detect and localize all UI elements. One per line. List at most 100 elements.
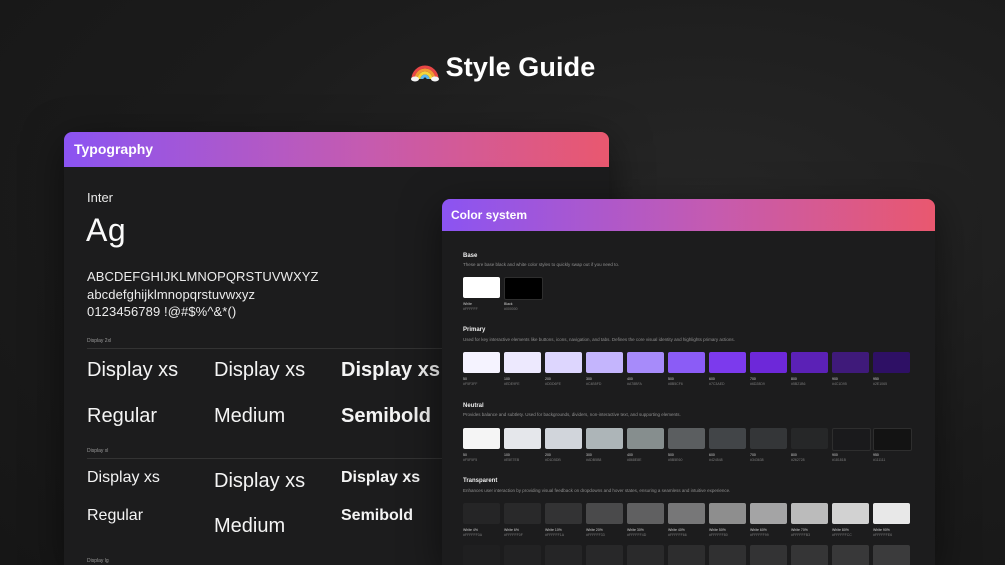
section-title-base: Base (463, 253, 478, 259)
swatch-name: White 6% (504, 528, 519, 532)
swatch-hex: #18181B (832, 458, 847, 462)
swatch-name: White 70% (791, 528, 808, 532)
color-swatch (750, 428, 787, 449)
color-swatch (709, 503, 746, 524)
swatch-name: White 60% (750, 528, 767, 532)
display-lg-label: Display lg (87, 558, 109, 564)
color-swatch (709, 352, 746, 373)
swatch-hex: #DDD6FE (545, 382, 561, 386)
swatch-hex: #FFFFFFB3 (791, 533, 811, 537)
color-swatch (873, 545, 910, 565)
swatch-name: 900 (832, 377, 838, 381)
swatch-hex: #111111 (873, 458, 886, 462)
weight-semibold: Semibold (341, 507, 414, 524)
swatch-hex: #343638 (750, 458, 764, 462)
divider (87, 348, 447, 349)
weight-medium: Medium (214, 515, 286, 537)
lowercase-glyphs: abcdefghijklmnopqrstuvwxyz (87, 287, 256, 302)
swatch-hex: #E5E7EB (504, 458, 520, 462)
divider (87, 458, 447, 459)
section-desc-transparent: Enhances user interaction by providing v… (463, 488, 731, 493)
swatch-name: 950 (873, 377, 879, 381)
swatch-name: White (463, 302, 472, 306)
color-swatch (791, 428, 828, 449)
color-swatch (463, 277, 500, 298)
color-swatch (832, 428, 871, 451)
swatch-hex: #5B21B6 (791, 382, 806, 386)
display-xl-label: Display xl (87, 448, 109, 454)
swatch-hex: #FFFFFF4D (627, 533, 647, 537)
swatch-name: White 30% (627, 528, 644, 532)
color-swatch (750, 503, 787, 524)
color-swatch (463, 545, 500, 565)
swatch-name: White 20% (586, 528, 603, 532)
swatch-hex: #FFFFFFCC (832, 533, 852, 537)
swatch-hex: #FFFFFFE6 (873, 533, 893, 537)
swatch-name: White 4% (463, 528, 478, 532)
swatch-name: 700 (750, 453, 756, 457)
swatch-hex: #424548 (709, 458, 723, 462)
color-system-card-title: Color system (442, 199, 935, 231)
swatch-hex: #C4B5FD (586, 382, 602, 386)
swatch-name: White 90% (873, 528, 890, 532)
color-swatch (832, 545, 869, 565)
display-sample-regular: Display xs (87, 469, 160, 486)
color-swatch (586, 503, 623, 524)
color-swatch (463, 503, 500, 524)
swatch-hex: #6D28D9 (750, 382, 765, 386)
color-swatch (832, 352, 869, 373)
display-sample-medium: Display xs (214, 359, 306, 381)
swatch-hex: #2E1065 (873, 382, 888, 386)
swatch-hex: #FFFFFF1A (545, 533, 565, 537)
color-swatch (627, 428, 664, 449)
weight-regular: Regular (87, 405, 158, 427)
swatch-hex: #8B5CF6 (668, 382, 683, 386)
swatch-name: 300 (586, 377, 592, 381)
section-desc-primary: Used for key interactive elements like b… (463, 337, 735, 342)
swatch-hex: #FFFFFF99 (750, 533, 769, 537)
color-swatch (750, 545, 787, 565)
color-swatch (668, 352, 705, 373)
swatch-hex: #D1D5DB (545, 458, 561, 462)
uppercase-glyphs: ABCDEFGHIJKLMNOPQRSTUVWXYZ (87, 269, 319, 284)
color-swatch (504, 503, 541, 524)
color-system-card: Color system Base These are base black a… (442, 199, 935, 565)
color-swatch (586, 352, 623, 373)
color-swatch (627, 352, 664, 373)
color-swatch (504, 428, 541, 449)
color-swatch (627, 545, 664, 565)
color-swatch (873, 503, 910, 524)
swatch-hex: #7C3AED (709, 382, 725, 386)
display-sample-semibold: Display xs (341, 469, 421, 486)
color-swatch (709, 545, 746, 565)
swatch-name: White 10% (545, 528, 562, 532)
swatch-name: 400 (627, 377, 633, 381)
color-swatch (463, 428, 500, 449)
swatch-name: 900 (832, 453, 838, 457)
color-swatch (750, 352, 787, 373)
swatch-name: 800 (791, 453, 797, 457)
swatch-hex: #FFFFFF66 (668, 533, 687, 537)
weight-semibold: Semibold (341, 405, 432, 427)
font-sample-ag: Ag (86, 212, 127, 248)
swatch-name: 600 (709, 453, 715, 457)
swatch-name: 400 (627, 453, 633, 457)
swatch-hex: #FFFFFF80 (709, 533, 728, 537)
swatch-hex: #FFFFFF0A (463, 533, 483, 537)
color-swatch (504, 545, 541, 565)
swatch-name: 50 (463, 377, 467, 381)
color-swatch (668, 428, 705, 449)
typography-card-title: Typography (64, 132, 609, 167)
weight-regular: Regular (87, 507, 144, 524)
swatch-name: 200 (545, 453, 551, 457)
swatch-name: Black (504, 302, 513, 306)
swatch-hex: #5B5E60 (668, 458, 683, 462)
color-swatch (545, 503, 582, 524)
swatch-name: White 80% (832, 528, 849, 532)
section-title-transparent: Transparent (463, 478, 498, 484)
swatch-hex: #FFFFFF (463, 307, 478, 311)
page-heading: Style Guide (0, 52, 1005, 83)
display-sample-medium: Display xs (214, 470, 306, 492)
color-swatch (668, 545, 705, 565)
color-swatch (832, 503, 869, 524)
